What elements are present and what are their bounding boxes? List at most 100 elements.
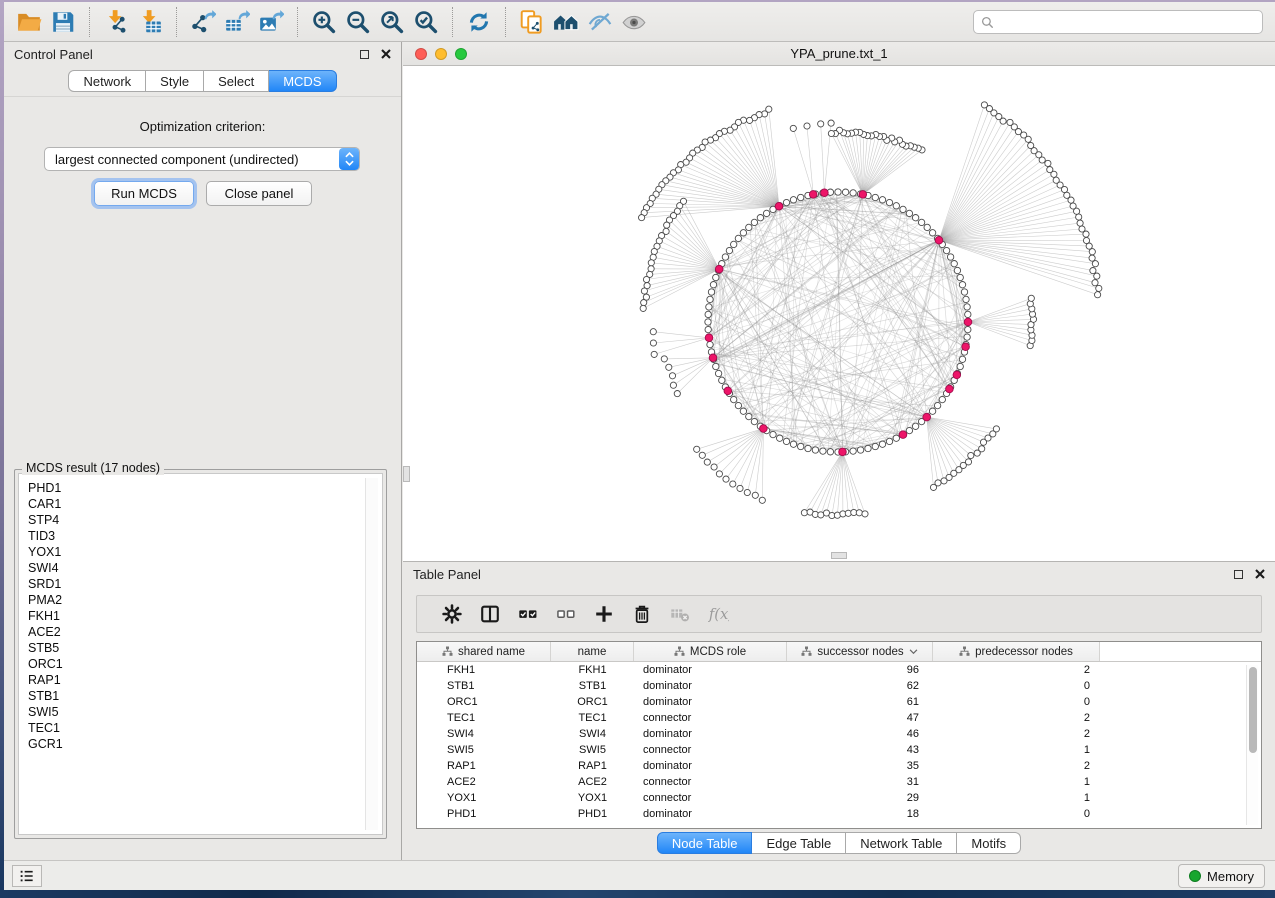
table-row[interactable]: YOX1YOX1connector291 bbox=[417, 790, 1245, 806]
close-panel-icon[interactable] bbox=[381, 47, 391, 62]
mcds-result-item[interactable]: STP4 bbox=[28, 512, 365, 528]
table-row[interactable]: SWI5SWI5connector431 bbox=[417, 742, 1245, 758]
table-row[interactable]: RAP1RAP1dominator352 bbox=[417, 758, 1245, 774]
mcds-result-item[interactable]: PHD1 bbox=[28, 480, 365, 496]
mcds-result-item[interactable]: YOX1 bbox=[28, 544, 365, 560]
export-network-button[interactable] bbox=[186, 6, 220, 38]
run-mcds-button[interactable]: Run MCDS bbox=[94, 181, 194, 206]
desktop-wallpaper-top bbox=[0, 0, 1275, 2]
column-header-predecessor-nodes[interactable]: predecessor nodes bbox=[933, 642, 1100, 661]
table-cell: RAP1 bbox=[551, 760, 634, 772]
mcds-result-item[interactable]: FKH1 bbox=[28, 608, 365, 624]
zoom-in-button[interactable] bbox=[307, 6, 341, 38]
save-session-button[interactable] bbox=[46, 6, 80, 38]
svg-text:f(x): f(x) bbox=[708, 606, 729, 623]
table-row[interactable]: FKH1FKH1dominator962 bbox=[417, 662, 1245, 678]
mcds-result-list[interactable]: PHD1CAR1STP4TID3YOX1SWI4SRD1PMA2FKH1ACE2… bbox=[23, 478, 365, 830]
column-header-MCDS-role[interactable]: MCDS role bbox=[634, 642, 787, 661]
mcds-result-item[interactable]: PMA2 bbox=[28, 592, 365, 608]
column-header-successor-nodes[interactable]: successor nodes bbox=[787, 642, 933, 661]
export-image-button[interactable] bbox=[254, 6, 288, 38]
mcds-result-item[interactable]: CAR1 bbox=[28, 496, 365, 512]
mcds-result-item[interactable]: TEC1 bbox=[28, 720, 365, 736]
table-cell: TEC1 bbox=[417, 712, 551, 724]
mcds-result-item[interactable]: GCR1 bbox=[28, 736, 365, 752]
table-scrollbar-thumb[interactable] bbox=[1249, 667, 1257, 753]
table-row[interactable]: PHD1PHD1dominator180 bbox=[417, 806, 1245, 822]
column-header-shared-name[interactable]: shared name bbox=[417, 642, 551, 661]
tab-network[interactable]: Network bbox=[68, 70, 146, 92]
mcds-result-item[interactable]: SWI4 bbox=[28, 560, 365, 576]
tab-mcds[interactable]: MCDS bbox=[269, 70, 336, 92]
clone-network-button[interactable] bbox=[515, 6, 549, 38]
column-header-name[interactable]: name bbox=[551, 642, 634, 661]
table-cell: 1 bbox=[933, 776, 1100, 788]
search-box[interactable] bbox=[973, 10, 1263, 34]
tab-edge-table[interactable]: Edge Table bbox=[752, 832, 846, 854]
export-table-button[interactable] bbox=[220, 6, 254, 38]
zoom-fit-button[interactable] bbox=[375, 6, 409, 38]
search-input[interactable] bbox=[1000, 15, 1255, 29]
table-row[interactable]: SWI4SWI4dominator462 bbox=[417, 726, 1245, 742]
network-canvas[interactable] bbox=[403, 66, 1275, 561]
settings-button[interactable] bbox=[433, 598, 471, 630]
tab-motifs[interactable]: Motifs bbox=[957, 832, 1021, 854]
first-neighbors-button[interactable] bbox=[549, 6, 583, 38]
select-all-button[interactable] bbox=[509, 598, 547, 630]
tab-style[interactable]: Style bbox=[146, 70, 204, 92]
columns-button[interactable] bbox=[471, 598, 509, 630]
mcds-list-scrollbar[interactable] bbox=[365, 478, 378, 830]
tab-select[interactable]: Select bbox=[204, 70, 269, 92]
deselect-all-button[interactable] bbox=[547, 598, 585, 630]
zoom-selected-button[interactable] bbox=[409, 6, 443, 38]
mcds-result-item[interactable]: ACE2 bbox=[28, 624, 365, 640]
refresh-layout-button[interactable] bbox=[462, 6, 496, 38]
import-table-button[interactable] bbox=[133, 6, 167, 38]
right-region: YPA_prune.txt_1 Table Panel f(x) shared … bbox=[403, 42, 1275, 860]
table-cell: connector bbox=[634, 792, 787, 804]
task-history-button[interactable] bbox=[12, 865, 42, 887]
show-all-button[interactable] bbox=[617, 6, 651, 38]
open-session-button[interactable] bbox=[12, 6, 46, 38]
table-row[interactable]: ORC1ORC1dominator610 bbox=[417, 694, 1245, 710]
mcds-result-item[interactable]: RAP1 bbox=[28, 672, 365, 688]
mcds-result-item[interactable]: ORC1 bbox=[28, 656, 365, 672]
mcds-result-item[interactable]: STB1 bbox=[28, 688, 365, 704]
import-network-button[interactable] bbox=[99, 6, 133, 38]
mcds-result-item[interactable]: TID3 bbox=[28, 528, 365, 544]
memory-button[interactable]: Memory bbox=[1178, 864, 1265, 888]
mcds-result-item[interactable]: SRD1 bbox=[28, 576, 365, 592]
table-cell: ORC1 bbox=[417, 696, 551, 708]
import-network-icon bbox=[103, 9, 129, 35]
splitter-handle-bottom[interactable] bbox=[831, 552, 847, 559]
table-cell: 61 bbox=[787, 696, 933, 708]
table-scrollbar[interactable] bbox=[1246, 665, 1258, 825]
table-row[interactable]: ACE2ACE2connector311 bbox=[417, 774, 1245, 790]
float-panel-icon[interactable] bbox=[360, 50, 369, 59]
mcds-result-item[interactable]: SWI5 bbox=[28, 704, 365, 720]
hide-selected-button[interactable] bbox=[583, 6, 617, 38]
desktop-wallpaper-left bbox=[0, 0, 4, 898]
splitter-handle-left[interactable] bbox=[403, 466, 410, 482]
table-cell: 1 bbox=[933, 792, 1100, 804]
float-table-panel-icon[interactable] bbox=[1234, 570, 1243, 579]
table-row[interactable]: TEC1TEC1connector472 bbox=[417, 710, 1245, 726]
table-cell: 0 bbox=[933, 808, 1100, 820]
control-panel-title: Control Panel bbox=[14, 47, 93, 62]
table-cell: 43 bbox=[787, 744, 933, 756]
optimization-criterion-select[interactable]: largest connected component (undirected) bbox=[44, 147, 360, 171]
zoom-out-button[interactable] bbox=[341, 6, 375, 38]
delete-column-button[interactable] bbox=[623, 598, 661, 630]
mcds-result-item[interactable]: STB5 bbox=[28, 640, 365, 656]
table-cell: dominator bbox=[634, 760, 787, 772]
delete-column-icon bbox=[631, 603, 653, 625]
close-panel-button[interactable]: Close panel bbox=[206, 181, 312, 206]
table-cell: YOX1 bbox=[417, 792, 551, 804]
network-title: YPA_prune.txt_1 bbox=[403, 46, 1275, 61]
table-row[interactable]: STB1STB1dominator620 bbox=[417, 678, 1245, 694]
tab-node-table[interactable]: Node Table bbox=[657, 832, 753, 854]
hide-selected-icon bbox=[587, 9, 613, 35]
add-column-button[interactable] bbox=[585, 598, 623, 630]
tab-network-table[interactable]: Network Table bbox=[846, 832, 957, 854]
close-table-panel-icon[interactable] bbox=[1255, 567, 1265, 582]
